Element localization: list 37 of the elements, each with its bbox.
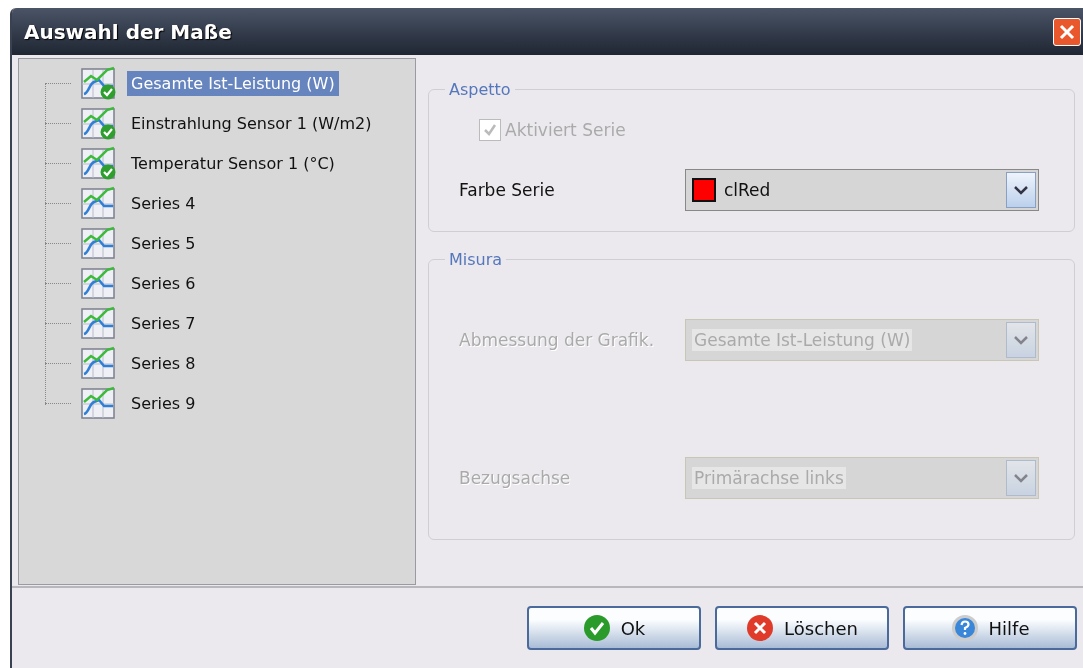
help-icon bbox=[950, 614, 979, 642]
line-chart-icon bbox=[81, 226, 117, 260]
line-chart-icon bbox=[81, 346, 117, 380]
chart-check-icon bbox=[81, 146, 117, 180]
close-icon bbox=[746, 614, 775, 642]
line-chart-icon bbox=[81, 386, 117, 420]
window-title: Auswahl der Maße bbox=[24, 19, 232, 44]
cancel-button[interactable]: Löschen bbox=[715, 606, 889, 650]
caret-icon bbox=[1013, 473, 1029, 483]
check-icon bbox=[582, 614, 611, 642]
help-button[interactable]: Hilfe bbox=[903, 606, 1077, 650]
chart-check-icon bbox=[81, 66, 117, 100]
line-chart-icon bbox=[81, 186, 117, 220]
tree-item[interactable]: Temperatur Sensor 1 (°C) bbox=[127, 150, 339, 176]
tree-item[interactable]: Gesamte Ist-Leistung (W) bbox=[127, 70, 339, 96]
tree-item[interactable]: Series 9 bbox=[127, 390, 200, 416]
check-icon bbox=[482, 122, 498, 138]
ok-button[interactable]: Ok bbox=[527, 606, 701, 650]
close-icon bbox=[1059, 23, 1075, 40]
group-title: Aspetto bbox=[448, 80, 512, 99]
tree-item[interactable]: Series 6 bbox=[127, 270, 200, 296]
tree-item[interactable]: Series 7 bbox=[127, 310, 200, 336]
tree-item[interactable]: Series 4 bbox=[127, 190, 200, 216]
field-label: Farbe Serie bbox=[459, 180, 556, 200]
tree-item[interactable]: Series 8 bbox=[127, 350, 200, 376]
group-title: Misura bbox=[448, 250, 504, 269]
field-label: Bezugsachse bbox=[459, 468, 572, 488]
caret-icon bbox=[1013, 185, 1029, 195]
caret-icon bbox=[1013, 335, 1029, 345]
close-button[interactable] bbox=[1053, 17, 1081, 46]
tree-item[interactable]: Series 5 bbox=[127, 230, 200, 256]
line-chart-icon bbox=[81, 306, 117, 340]
color-dropdown[interactable]: clRed bbox=[685, 169, 1039, 211]
field-label: Abmessung der Grafik. bbox=[459, 330, 656, 350]
tree-item[interactable]: Einstrahlung Sensor 1 (W/m2) bbox=[127, 110, 376, 136]
chart-check-icon bbox=[81, 106, 117, 140]
line-chart-icon bbox=[81, 266, 117, 300]
